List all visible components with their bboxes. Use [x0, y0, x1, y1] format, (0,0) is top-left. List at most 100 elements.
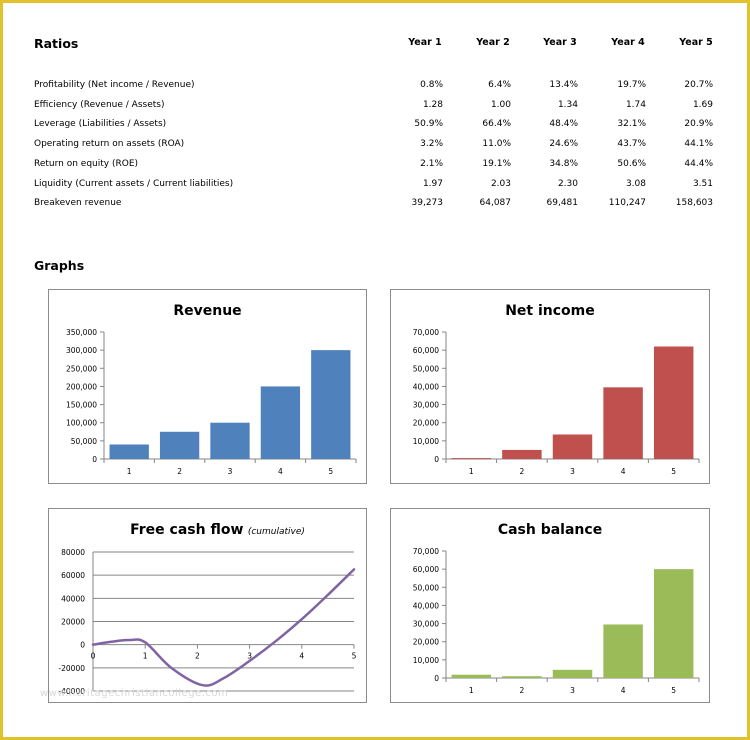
y-tick-label: 0: [434, 674, 439, 683]
y-tick-label: 300,000: [66, 346, 97, 355]
ratio-cell: 110,247: [608, 198, 646, 209]
ratio-row-label: Return on equity (ROE): [34, 158, 139, 169]
chart-title: Free cash flow (cumulative): [130, 522, 305, 538]
y-tick-label: 150,000: [66, 401, 97, 410]
year-header-2: Year 2: [476, 37, 510, 48]
ratio-cell: 50.9%: [414, 119, 443, 130]
y-tick-label: 20,000: [413, 638, 439, 647]
free-cash-flow-chart-svg: Free cash flow (cumulative)-40000-200000…: [58, 522, 356, 696]
x-tick-label: 5: [328, 467, 333, 476]
ratio-cell: 1.74: [625, 99, 646, 110]
x-tick-label: 2: [520, 467, 525, 476]
graphs-title: Graphs: [34, 258, 85, 273]
y-tick-label: 0: [92, 455, 97, 464]
y-tick-label: 30,000: [413, 401, 439, 410]
y-tick-label: 60,000: [413, 565, 439, 574]
x-tick-label: 1: [469, 686, 474, 695]
year-header-3: Year 3: [543, 37, 577, 48]
ratio-row-label: Liquidity (Current assets / Current liab…: [34, 178, 234, 189]
x-tick-label: 0: [91, 652, 96, 661]
ratio-cell: 1.28: [422, 99, 443, 110]
x-tick-label: 2: [520, 686, 525, 695]
ratio-cell: 48.4%: [549, 119, 578, 130]
watermark: www.heritagechristiancollege.com: [40, 688, 229, 699]
ratio-cell: 1.97: [422, 178, 443, 189]
y-tick-label: 20000: [61, 618, 85, 627]
bar: [311, 350, 351, 459]
ratio-cell: 2.03: [490, 178, 511, 189]
bar: [653, 346, 694, 459]
chart-title: Net income: [505, 303, 595, 319]
x-tick-label: 1: [127, 467, 132, 476]
year-header-4: Year 4: [611, 37, 645, 48]
ratio-cell: 34.8%: [549, 158, 578, 169]
ratio-cell: 50.6%: [617, 158, 646, 169]
y-tick-label: 20,000: [413, 419, 439, 428]
y-tick-label: 80000: [61, 548, 85, 557]
y-tick-label: 70,000: [413, 328, 439, 337]
free-cash-flow-chart: Free cash flow (cumulative) -40000 -20000 0…: [48, 508, 367, 703]
ratio-cell: 1.00: [490, 99, 511, 110]
ratio-cell: 2.30: [557, 178, 578, 189]
revenue-chart: Revenue 0 50,000 100,000 150,000 200,000 250,0…: [48, 289, 367, 484]
x-tick-label: 3: [570, 686, 575, 695]
x-tick-label: 5: [671, 467, 676, 476]
y-tick-label: 10,000: [413, 656, 439, 665]
bar: [210, 422, 250, 459]
ratio-cell: 66.4%: [482, 119, 511, 130]
ratio-cell: 19.1%: [482, 158, 511, 169]
y-tick-label: 0: [80, 641, 85, 650]
x-tick-label: 5: [671, 686, 676, 695]
y-tick-label: 60,000: [413, 346, 439, 355]
y-tick-label: 350,000: [66, 328, 97, 337]
ratio-cell: 1.34: [557, 99, 578, 110]
ratio-cell: 44.4%: [684, 158, 713, 169]
y-tick-label: 10,000: [413, 437, 439, 446]
ratio-cell: 69,481: [546, 198, 579, 209]
ratio-row-label: Efficiency (Revenue / Assets): [34, 99, 165, 110]
x-tick-label: 3: [228, 467, 233, 476]
ratio-cell: 20.7%: [684, 80, 713, 90]
bar: [603, 624, 643, 678]
y-tick-label: 40,000: [413, 601, 439, 610]
ratio-cell: 20.9%: [684, 119, 713, 130]
y-tick-label: 0: [434, 455, 439, 464]
x-tick-label: 4: [621, 686, 626, 695]
bar: [502, 449, 542, 459]
y-tick-label: 100,000: [66, 419, 97, 428]
y-tick-label: -20000: [58, 664, 85, 673]
ratio-cell: 3.51: [692, 178, 713, 189]
ratio-row-label: Operating return on assets (ROA): [34, 139, 185, 150]
y-tick-label: 50,000: [413, 583, 439, 592]
x-tick-label: 1: [469, 467, 474, 476]
year-header-5: Year 5: [679, 37, 713, 48]
x-tick-label: 4: [621, 467, 626, 476]
ratios-title: Ratios: [34, 36, 79, 51]
cash-balance-chart: Cash balance 0 10,000 20,000 30,000 40,000 50,…: [390, 508, 710, 703]
bar: [502, 676, 542, 678]
bar: [159, 431, 200, 459]
chart-title: Cash balance: [498, 522, 602, 538]
ratio-cell: 13.4%: [549, 80, 578, 90]
x-tick-label: 1: [143, 652, 148, 661]
bar: [109, 444, 149, 459]
ratio-row-label: Profitability (Net income / Revenue): [34, 80, 195, 90]
x-tick-label: 2: [177, 467, 182, 476]
net-income-chart: Net income 0 10,000 20,000 30,000 40,000 50,00…: [390, 289, 710, 484]
net-income-chart-svg: Net income 0 10,000 20,000 30,000 40,000 50,00…: [413, 303, 700, 476]
bar: [451, 674, 492, 678]
ratio-cell: 6.4%: [488, 80, 511, 90]
y-tick-label: 50,000: [71, 437, 97, 446]
bar: [653, 569, 694, 678]
ratio-cell: 3.2%: [420, 139, 443, 150]
y-tick-label: 200,000: [66, 382, 97, 391]
ratio-cell: 32.1%: [617, 119, 646, 130]
y-tick-label: 40,000: [413, 382, 439, 391]
x-tick-label: 4: [299, 652, 304, 661]
ratio-cell: 3.08: [625, 178, 646, 189]
chart-title: Revenue: [173, 303, 241, 319]
ratio-cell: 1.69: [692, 99, 713, 110]
ratio-row-label: Breakeven revenue: [34, 198, 122, 209]
y-tick-label: 30,000: [413, 620, 439, 629]
ratio-cell: 2.1%: [420, 158, 443, 169]
